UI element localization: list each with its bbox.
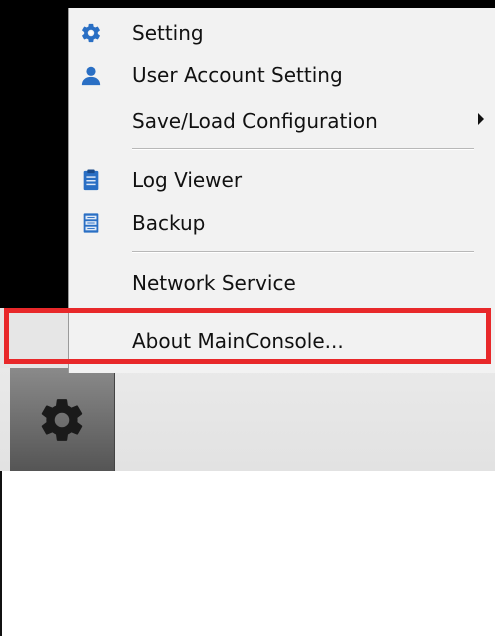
menu-item-setting[interactable]: Setting [69,14,489,52]
menu-item-label: Log Viewer [132,168,243,192]
menu-item-label: Setting [132,21,204,45]
window-edge [0,471,2,636]
clipboard-icon [80,169,102,191]
menu-item-label: User Account Setting [132,63,343,87]
menu-item-label: Backup [132,211,206,235]
highlight-box [4,308,491,364]
menu-item-user-account-setting[interactable]: User Account Setting [69,56,489,94]
menu-item-backup[interactable]: Backup [69,204,489,242]
menu-item-label: Network Service [132,271,296,295]
menu-separator [132,148,474,150]
menu-item-label: Save/Load Configuration [132,109,378,133]
backup-icon [80,212,102,234]
menu-separator [132,251,474,253]
menu-item-log-viewer[interactable]: Log Viewer [69,161,489,199]
settings-menu-button[interactable] [10,368,115,471]
user-icon [80,64,102,86]
submenu-arrow-icon [478,113,484,125]
gear-icon [41,398,83,441]
menu-item-network-service[interactable]: Network Service [69,264,489,302]
gear-icon [80,22,102,44]
menu-item-save-load-configuration[interactable]: Save/Load Configuration [69,102,489,140]
